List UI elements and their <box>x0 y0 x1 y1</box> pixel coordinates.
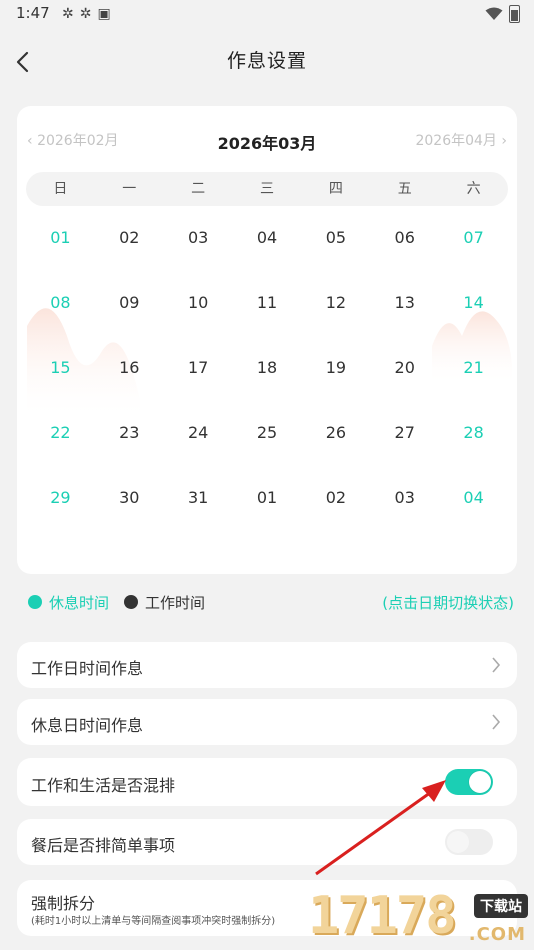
calendar-day[interactable]: 16 <box>95 337 164 402</box>
watermark-number: 17178 <box>308 886 457 946</box>
calendar-day[interactable]: 18 <box>233 337 302 402</box>
calendar-week-row: 01 02 03 04 05 06 07 <box>26 207 508 272</box>
calendar-day[interactable]: 03 <box>370 467 439 532</box>
calendar-day[interactable]: 23 <box>95 402 164 467</box>
battery-icon <box>509 5 520 23</box>
calendar-day[interactable]: 10 <box>164 272 233 337</box>
legend-work: 工作时间 <box>124 592 205 613</box>
chevron-right-icon <box>492 657 501 673</box>
chevron-right-icon <box>492 714 501 730</box>
weekday-label: 三 <box>260 181 274 197</box>
calendar-week-row: 08 09 10 11 12 13 14 <box>26 272 508 337</box>
force-split-description: (耗时1小时以上清单与等间隔查阅事项冲突时强制拆分) <box>31 916 276 927</box>
calendar-day[interactable]: 11 <box>233 272 302 337</box>
calendar-day[interactable]: 01 <box>26 207 95 272</box>
watermark-badge: 下载站 <box>474 894 528 918</box>
after-meal-toggle[interactable] <box>445 829 493 855</box>
calendar-day[interactable]: 15 <box>26 337 95 402</box>
calendar-week-row: 15 16 17 18 19 20 21 <box>26 337 508 402</box>
next-month-label: 2026年04月 <box>415 133 497 149</box>
calendar-day-grid: 01 02 03 04 05 06 07 08 09 10 11 12 13 14 15 16 17 18 19 20… <box>26 207 508 532</box>
calendar-day[interactable]: 13 <box>370 272 439 337</box>
legend-hint: (点击日期切换状态) <box>382 594 514 612</box>
calendar-card: ‹ 2026年02月 2026年03月 2026年04月 › 日 一 二 三 四… <box>17 106 517 574</box>
legend-rest-label: 休息时间 <box>49 594 110 612</box>
legend-rest: 休息时间 <box>28 592 109 613</box>
toggle-knob <box>447 831 469 853</box>
calendar-day[interactable]: 20 <box>370 337 439 402</box>
after-meal-item: 餐后是否排简单事项 <box>17 819 517 865</box>
weekday-label: 二 <box>191 181 206 197</box>
calendar-day[interactable]: 29 <box>26 467 95 532</box>
weekday-label: 四 <box>328 181 343 197</box>
weekday-header: 日 一 二 三 四 五 六 <box>26 172 508 206</box>
calendar-day[interactable]: 21 <box>439 337 508 402</box>
settings-icon: ✲ <box>62 6 74 22</box>
work-dot-icon <box>124 595 138 609</box>
weekday-label: 日 <box>53 181 68 197</box>
weekday-label: 五 <box>397 181 412 197</box>
top-nav: 作息设置 <box>0 36 534 86</box>
legend: 休息时间 工作时间 (点击日期切换状态) <box>28 592 514 614</box>
legend-work-label: 工作时间 <box>145 594 206 612</box>
calendar-day[interactable]: 08 <box>26 272 95 337</box>
toggle-knob <box>469 771 491 793</box>
next-month-button[interactable]: 2026年04月 › <box>415 130 507 150</box>
calendar-day[interactable]: 25 <box>233 402 302 467</box>
calendar-day[interactable]: 05 <box>301 207 370 272</box>
page-title: 作息设置 <box>226 50 307 72</box>
status-notification-icons: ✲ ✲ ▣ <box>62 6 111 22</box>
watermark-domain: .COM <box>468 924 526 945</box>
restday-schedule-label: 休息日时间作息 <box>31 716 144 735</box>
status-time: 1:47 <box>16 4 50 22</box>
calendar-day[interactable]: 02 <box>95 207 164 272</box>
calendar-week-row: 29 30 31 01 02 03 04 <box>26 467 508 532</box>
calendar-day[interactable]: 31 <box>164 467 233 532</box>
status-system-icons <box>485 5 520 23</box>
calendar-day[interactable]: 30 <box>95 467 164 532</box>
weekday-label: 六 <box>466 181 481 197</box>
workday-schedule-label: 工作日时间作息 <box>31 659 144 678</box>
mixed-schedule-label: 工作和生活是否混排 <box>31 776 176 795</box>
calendar-day[interactable]: 14 <box>439 272 508 337</box>
calendar-day[interactable]: 17 <box>164 337 233 402</box>
workday-schedule-item[interactable]: 工作日时间作息 <box>17 642 517 688</box>
calendar-day[interactable]: 27 <box>370 402 439 467</box>
calendar-day[interactable]: 28 <box>439 402 508 467</box>
status-bar: 1:47 ✲ ✲ ▣ <box>0 0 534 28</box>
settings-icon: ✲ <box>79 6 92 22</box>
calendar-day[interactable]: 04 <box>439 467 508 532</box>
calendar-day[interactable]: 12 <box>301 272 370 337</box>
calendar-day[interactable]: 09 <box>95 272 164 337</box>
restday-schedule-item[interactable]: 休息日时间作息 <box>17 699 517 745</box>
calendar-day[interactable]: 02 <box>301 467 370 532</box>
mixed-schedule-item: 工作和生活是否混排 <box>17 758 517 806</box>
calendar-day[interactable]: 22 <box>26 402 95 467</box>
calendar-day[interactable]: 26 <box>301 402 370 467</box>
calendar-day[interactable]: 04 <box>233 207 302 272</box>
calendar-week-row: 22 23 24 25 26 27 28 <box>26 402 508 467</box>
calendar-day[interactable]: 07 <box>439 207 508 272</box>
mixed-schedule-toggle[interactable] <box>445 769 493 795</box>
calendar-day[interactable]: 01 <box>233 467 302 532</box>
wifi-icon <box>485 7 503 20</box>
calendar-day[interactable]: 06 <box>370 207 439 272</box>
weekday-label: 一 <box>122 181 137 197</box>
watermark-logo: 17178 下载站 .COM <box>300 886 534 950</box>
calendar-day[interactable]: 03 <box>164 207 233 272</box>
after-meal-label: 餐后是否排简单事项 <box>31 836 176 855</box>
calendar-day[interactable]: 24 <box>164 402 233 467</box>
rest-dot-icon <box>28 595 42 609</box>
force-split-label: 强制拆分 <box>31 894 96 913</box>
calendar-day[interactable]: 19 <box>301 337 370 402</box>
app-badge-icon: ▣ <box>97 6 111 22</box>
